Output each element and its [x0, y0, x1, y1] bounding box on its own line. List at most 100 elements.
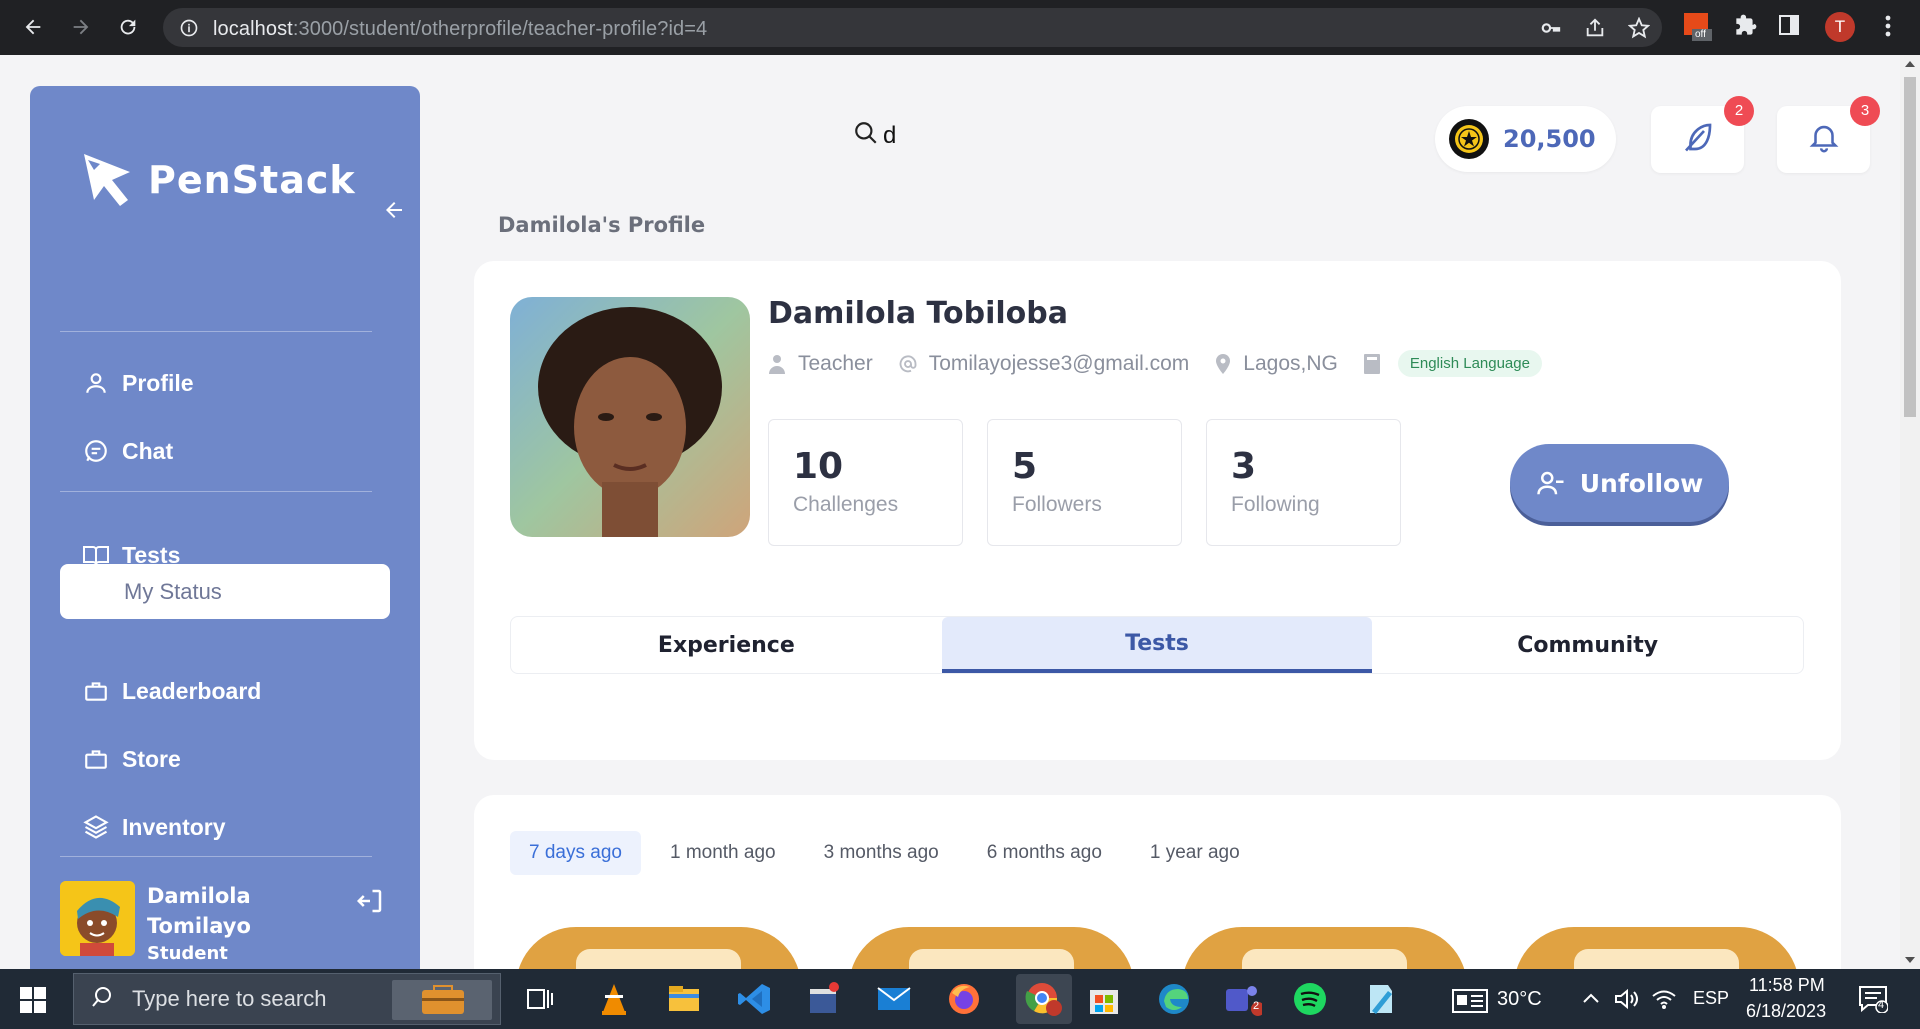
clock-time[interactable]: 11:58 PM: [1749, 975, 1825, 996]
avatar: [60, 881, 135, 956]
stat-followers[interactable]: 5 Followers: [987, 419, 1182, 546]
profile-name: Damilola Tobiloba: [768, 296, 1069, 331]
spotify-icon[interactable]: [1292, 981, 1328, 1017]
coin-balance[interactable]: 20,500: [1435, 106, 1616, 172]
page-title: Damilola's Profile: [498, 213, 706, 237]
sidebar-item-chat[interactable]: Chat: [82, 437, 173, 465]
browser-profile-avatar[interactable]: T: [1825, 12, 1855, 42]
person-icon: [769, 354, 785, 374]
clapper-icon[interactable]: [806, 981, 842, 1017]
chrome-icon[interactable]: [1016, 974, 1072, 1024]
logout-icon[interactable]: [355, 886, 385, 921]
task-view-icon[interactable]: [522, 981, 558, 1017]
notification-center-icon[interactable]: 4: [1858, 985, 1889, 1018]
sidebar-item-profile[interactable]: Profile: [82, 369, 194, 397]
filter-7-days[interactable]: 7 days ago: [510, 831, 641, 875]
address-bar[interactable]: localhost:3000/student/otherprofile/teac…: [163, 8, 1662, 47]
profile-subject: English Language: [1363, 350, 1542, 377]
sidebar-subitem-my-status[interactable]: My Status: [60, 564, 390, 619]
stat-label: Challenges: [793, 493, 899, 516]
browser-toolbar: localhost:3000/student/otherprofile/teac…: [0, 0, 1920, 55]
sidebar-item-label: Chat: [122, 437, 174, 464]
test-card[interactable]: [1182, 927, 1467, 969]
teams-icon[interactable]: 2: [1222, 981, 1265, 1017]
back-arrow-icon[interactable]: [20, 14, 46, 40]
key-icon[interactable]: [1540, 17, 1562, 44]
search-bar[interactable]: [853, 120, 1083, 151]
forward-arrow-icon[interactable]: [68, 14, 94, 40]
filter-3-months[interactable]: 3 months ago: [805, 831, 958, 875]
edge-icon[interactable]: [1156, 981, 1192, 1017]
notifications-button[interactable]: 3: [1777, 96, 1880, 173]
taskbar-search[interactable]: Type here to search: [73, 973, 501, 1025]
sidebar-item-label: Profile: [122, 369, 194, 396]
test-card[interactable]: [516, 927, 801, 969]
search-icon[interactable]: [853, 120, 879, 151]
test-card[interactable]: [849, 927, 1134, 969]
chevron-up-icon[interactable]: [1581, 989, 1601, 1014]
wifi-icon[interactable]: [1651, 988, 1677, 1015]
current-user-card[interactable]: Damilola Tomilayo Student: [60, 881, 251, 964]
sidebar: PenStack Profile Chat Tests My Status Le…: [30, 86, 420, 969]
time-filters: 7 days ago 1 month ago 3 months ago 6 mo…: [510, 831, 1269, 875]
stat-value: 3: [1231, 446, 1257, 487]
sidebar-item-store[interactable]: Store: [82, 745, 181, 773]
tab-tests[interactable]: Tests: [941, 617, 1373, 673]
profile-card: Damilola Tobiloba Teacher Tomilayojesse3…: [474, 261, 1841, 760]
test-card-image: [1574, 949, 1739, 969]
notification-count: 4: [1878, 999, 1885, 1011]
profile-meta: Teacher Tomilayojesse3@gmail.com Lagos,N…: [768, 350, 1568, 377]
messages-button[interactable]: 2: [1651, 96, 1754, 173]
search-icon: [90, 985, 114, 1014]
menu-dots-icon[interactable]: [1878, 13, 1898, 44]
logo[interactable]: PenStack: [80, 150, 356, 210]
extension-icon[interactable]: off: [1684, 13, 1712, 48]
messages-badge: 2: [1724, 96, 1754, 126]
stat-label: Followers: [1012, 493, 1102, 516]
user-role: Student: [147, 943, 228, 964]
scrollbar-thumb[interactable]: [1904, 77, 1916, 417]
reload-icon[interactable]: [115, 14, 141, 40]
vscode-icon[interactable]: [736, 981, 772, 1017]
filter-6-months[interactable]: 6 months ago: [968, 831, 1121, 875]
file-explorer-icon[interactable]: [666, 981, 702, 1017]
page-content: PenStack Profile Chat Tests My Status Le…: [0, 55, 1900, 969]
windows-start-icon[interactable]: [20, 987, 46, 1018]
profile-photo: [510, 297, 750, 537]
sidebar-item-label: Store: [122, 745, 181, 772]
filter-1-month[interactable]: 1 month ago: [651, 831, 795, 875]
weather-icon[interactable]: [1452, 989, 1488, 1018]
unfollow-button[interactable]: Unfollow: [1510, 444, 1729, 522]
clock-date[interactable]: 6/18/2023: [1746, 1001, 1826, 1022]
scroll-up-arrow-icon[interactable]: [1905, 61, 1915, 67]
collapse-sidebar-icon[interactable]: [382, 198, 406, 227]
stat-following[interactable]: 3 Following: [1206, 419, 1401, 546]
sidebar-item-inventory[interactable]: Inventory: [82, 813, 226, 841]
stat-challenges[interactable]: 10 Challenges: [768, 419, 963, 546]
vlc-icon[interactable]: [596, 981, 632, 1017]
notepad-icon[interactable]: [1362, 981, 1398, 1017]
page-scrollbar[interactable]: [1900, 55, 1920, 969]
feather-icon: [1680, 119, 1716, 160]
language-indicator[interactable]: ESP: [1693, 988, 1729, 1009]
weather-temp[interactable]: 30°C: [1497, 988, 1542, 1011]
share-icon[interactable]: [1584, 17, 1606, 44]
tab-community[interactable]: Community: [1372, 617, 1803, 673]
bookmark-star-icon[interactable]: [1627, 16, 1651, 44]
side-panel-icon[interactable]: [1777, 13, 1801, 42]
puzzle-icon[interactable]: [1732, 13, 1758, 44]
speaker-icon[interactable]: [1614, 988, 1640, 1015]
search-input[interactable]: [883, 121, 1083, 150]
extension-badge: off: [1695, 29, 1706, 40]
scroll-down-arrow-icon[interactable]: [1905, 957, 1915, 963]
firefox-icon[interactable]: [946, 981, 982, 1017]
url-text: localhost:3000/student/otherprofile/teac…: [213, 18, 708, 40]
sidebar-item-leaderboard[interactable]: Leaderboard: [82, 677, 261, 705]
store-icon[interactable]: [1086, 981, 1122, 1017]
coin-icon: [1449, 119, 1489, 159]
filter-1-year[interactable]: 1 year ago: [1131, 831, 1259, 875]
site-info-icon[interactable]: [179, 18, 199, 43]
tab-experience[interactable]: Experience: [511, 617, 942, 673]
test-card[interactable]: [1514, 927, 1799, 969]
mail-icon[interactable]: [876, 981, 912, 1017]
